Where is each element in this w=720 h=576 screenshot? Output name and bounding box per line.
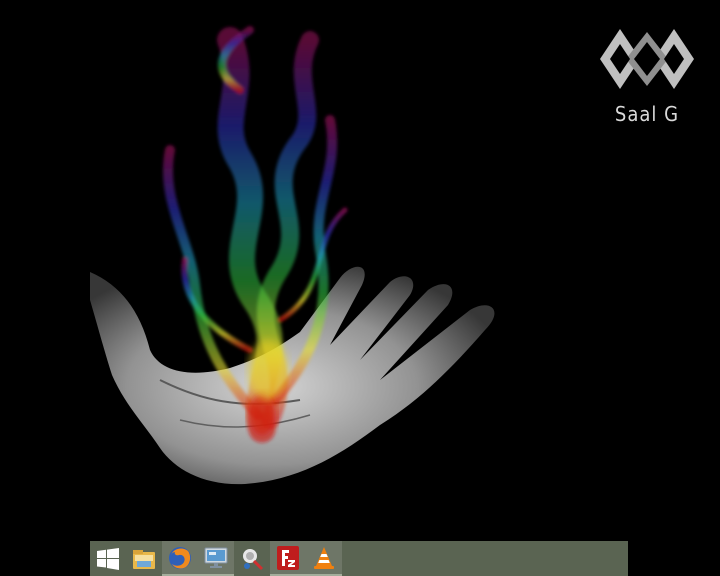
remote-desktop-icon	[204, 547, 228, 568]
channel-watermark: Saal G	[598, 24, 698, 134]
filezilla-button[interactable]	[270, 541, 306, 576]
file-explorer-button[interactable]	[126, 541, 162, 576]
start-button[interactable]	[90, 541, 126, 576]
file-explorer-icon	[133, 549, 155, 569]
firefox-button[interactable]	[162, 541, 198, 576]
desktop[interactable]: Saal G	[0, 0, 720, 576]
watermark-text: Saal G	[614, 102, 680, 126]
connection-tool-button[interactable]	[234, 541, 270, 576]
remote-desktop-button[interactable]	[198, 541, 234, 576]
vlc-button[interactable]	[306, 541, 342, 576]
firefox-icon	[169, 546, 191, 569]
vlc-icon	[314, 546, 334, 569]
connection-tool-icon	[243, 548, 264, 570]
filezilla-icon	[277, 545, 299, 570]
windows-start-icon	[97, 547, 119, 570]
taskbar[interactable]	[90, 541, 628, 576]
watermark-logo-icon	[600, 29, 694, 89]
